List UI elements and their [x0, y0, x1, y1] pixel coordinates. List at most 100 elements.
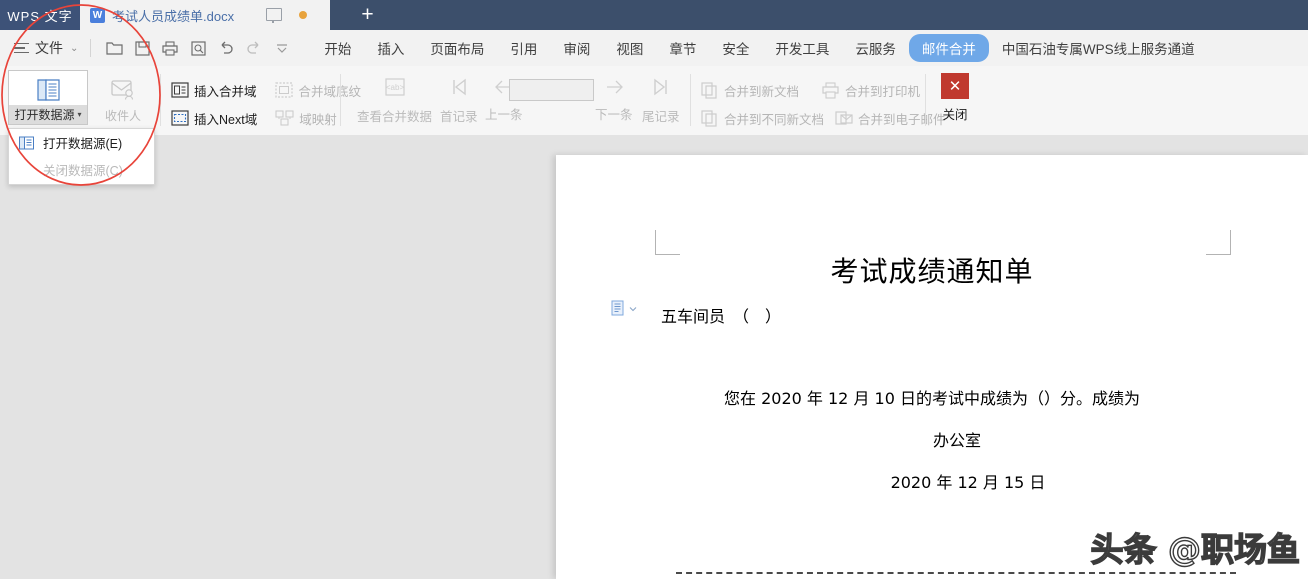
menu-bar: 文件 ⌄ 开始 插入 页面布局 引用 审阅 视图 章节 安全 开发工具 云服务 …: [0, 30, 1308, 67]
app-logo: WPS 文字: [0, 0, 80, 30]
save-icon[interactable]: [129, 35, 155, 61]
last-record-icon: [650, 76, 672, 103]
tab-start[interactable]: 开始: [311, 34, 364, 62]
merge-to-printer-button: 合并到打印机: [821, 81, 920, 100]
view-merged-data-button: <ab> 查看合并数据: [357, 76, 432, 125]
merge-field-shading-icon: [275, 82, 294, 99]
merge-to-email-button: 合并到电子邮件: [834, 109, 946, 128]
merge-to-row-top: 合并到新文档 合并到打印机: [700, 78, 924, 102]
recipients-button: 收件人: [92, 70, 154, 125]
undo-icon[interactable]: [213, 35, 239, 61]
merge-to-row-bottom: 合并到不同新文档 合并到电子邮件: [700, 106, 950, 130]
data-source-icon: [35, 71, 62, 105]
open-data-source-button[interactable]: 打开数据源 ▾: [8, 70, 88, 125]
tab-insert[interactable]: 插入: [364, 34, 417, 62]
close-icon: ✕: [941, 73, 969, 99]
insert-merge-field-button[interactable]: 插入合并域: [170, 81, 257, 100]
tab-review[interactable]: 审阅: [550, 34, 603, 62]
ribbon-divider: [690, 74, 691, 126]
insert-field-row-bottom: 插入Next域 域映射: [170, 106, 341, 130]
document-body-text: 您在 2020 年 12 月 10 日的考试中成绩为（）分。成绩为: [724, 389, 1140, 408]
ribbon-divider: [340, 74, 341, 126]
next-record-label: 下一条: [595, 108, 633, 122]
tab-sections[interactable]: 章节: [656, 34, 709, 62]
dropdown-open-data-source-label: 打开数据源(E): [43, 137, 123, 151]
document-tab[interactable]: W 考试人员成绩单.docx: [80, 0, 330, 30]
record-navigation-group: <ab> 查看合并数据 首记录 上一条 下一条 尾记录: [345, 66, 690, 135]
watermark: 头条 @职场鱼: [1090, 529, 1301, 569]
dropdown-item-close-data-source: 关闭数据源(C): [9, 156, 154, 183]
close-mail-merge-button[interactable]: ✕ 关闭: [936, 73, 974, 123]
title-bar: WPS 文字 W 考试人员成绩单.docx +: [0, 0, 1308, 30]
recipients-icon: [110, 70, 137, 107]
last-record-label: 尾记录: [642, 110, 680, 124]
merge-to-printer-label: 合并到打印机: [845, 84, 921, 99]
redo-icon[interactable]: [241, 35, 267, 61]
document-dashed-separator: [676, 572, 1236, 574]
record-number-input[interactable]: [509, 79, 594, 101]
print-icon[interactable]: [157, 35, 183, 61]
tab-view[interactable]: 视图: [603, 34, 656, 62]
dropdown-close-data-source-label: 关闭数据源(C): [43, 164, 123, 178]
merge-to-separate-documents-icon: [700, 109, 719, 127]
merge-to-new-document-button: 合并到新文档: [700, 81, 799, 100]
document-date: 2020 年 12 月 15 日: [890, 473, 1046, 492]
insert-merge-field-icon: [170, 82, 189, 99]
field-mapping-icon: [275, 110, 294, 127]
print-preview-icon[interactable]: [185, 35, 211, 61]
recipients-label: 收件人: [104, 109, 141, 123]
menu-hamburger-icon[interactable]: [14, 42, 29, 54]
tab-page-layout[interactable]: 页面布局: [417, 34, 497, 62]
empty-icon: [17, 161, 35, 178]
tab-mail-merge[interactable]: 邮件合并: [908, 34, 989, 62]
document-title: 考试成绩通知单: [830, 255, 1034, 288]
new-tab-button[interactable]: +: [345, 0, 390, 30]
insert-next-field-button[interactable]: 插入Next域: [170, 109, 257, 128]
view-merged-data-icon: <ab>: [383, 76, 407, 103]
dropdown-item-open-data-source[interactable]: 打开数据源(E): [9, 129, 154, 156]
open-data-source-dropdown: 打开数据源(E) 关闭数据源(C): [8, 128, 155, 185]
toolbar-divider: [90, 39, 92, 57]
document-tab-label: 考试人员成绩单.docx: [112, 8, 235, 24]
open-data-source-label: 打开数据源: [14, 108, 75, 123]
ribbon-divider: [160, 74, 161, 126]
document-workspace[interactable]: 考试成绩通知单 五车间员 （ ） 您在 2020 年 12 月 10 日的考试中…: [0, 135, 1308, 579]
previous-record-label: 上一条: [485, 108, 523, 122]
word-doc-icon: W: [90, 7, 105, 23]
first-record-icon: [448, 76, 470, 103]
field-mapping-label: 域映射: [299, 112, 337, 127]
field-mapping-button: 域映射: [275, 109, 337, 128]
monitor-icon[interactable]: [266, 8, 282, 23]
unsaved-dot: [299, 11, 307, 19]
merge-to-printer-icon: [821, 81, 840, 99]
first-record-label: 首记录: [440, 110, 478, 124]
merge-to-new-document-icon: [700, 81, 719, 99]
more-commands-icon[interactable]: [269, 35, 295, 61]
insert-merge-field-label: 插入合并域: [194, 84, 257, 99]
svg-text:<ab>: <ab>: [385, 83, 404, 92]
tab-developer-tools[interactable]: 开发工具: [762, 34, 842, 62]
tab-cloud-services[interactable]: 云服务: [842, 34, 909, 62]
tab-security[interactable]: 安全: [709, 34, 762, 62]
last-record-button: 尾记录: [642, 76, 680, 125]
merge-to-new-document-label: 合并到新文档: [724, 84, 800, 99]
document-name-line: 五车间员 （ ）: [661, 307, 782, 326]
chevron-down-icon[interactable]: ▾: [78, 110, 82, 119]
merge-to-email-icon: [834, 110, 853, 127]
document-page[interactable]: 考试成绩通知单 五车间员 （ ） 您在 2020 年 12 月 10 日的考试中…: [556, 155, 1308, 579]
merge-field-icon[interactable]: [611, 300, 637, 317]
file-menu-button[interactable]: 文件: [35, 38, 63, 58]
arrow-right-icon: [603, 78, 625, 101]
open-icon[interactable]: [101, 35, 127, 61]
insert-next-field-label: 插入Next域: [194, 112, 258, 127]
tab-references[interactable]: 引用: [497, 34, 550, 62]
data-source-icon: [17, 134, 35, 151]
insert-field-row-top: 插入合并域 合并域底纹: [170, 78, 365, 102]
chevron-down-icon[interactable]: ⌄: [70, 43, 78, 54]
tab-petrochina-service[interactable]: 中国石油专属WPS线上服务通道: [989, 34, 1208, 62]
merge-to-separate-documents-button: 合并到不同新文档: [700, 109, 824, 128]
first-record-button: 首记录: [440, 76, 478, 125]
merge-to-separate-documents-label: 合并到不同新文档: [724, 112, 825, 127]
document-signature: 办公室: [932, 431, 981, 450]
next-record-button: 下一条: [595, 78, 633, 123]
